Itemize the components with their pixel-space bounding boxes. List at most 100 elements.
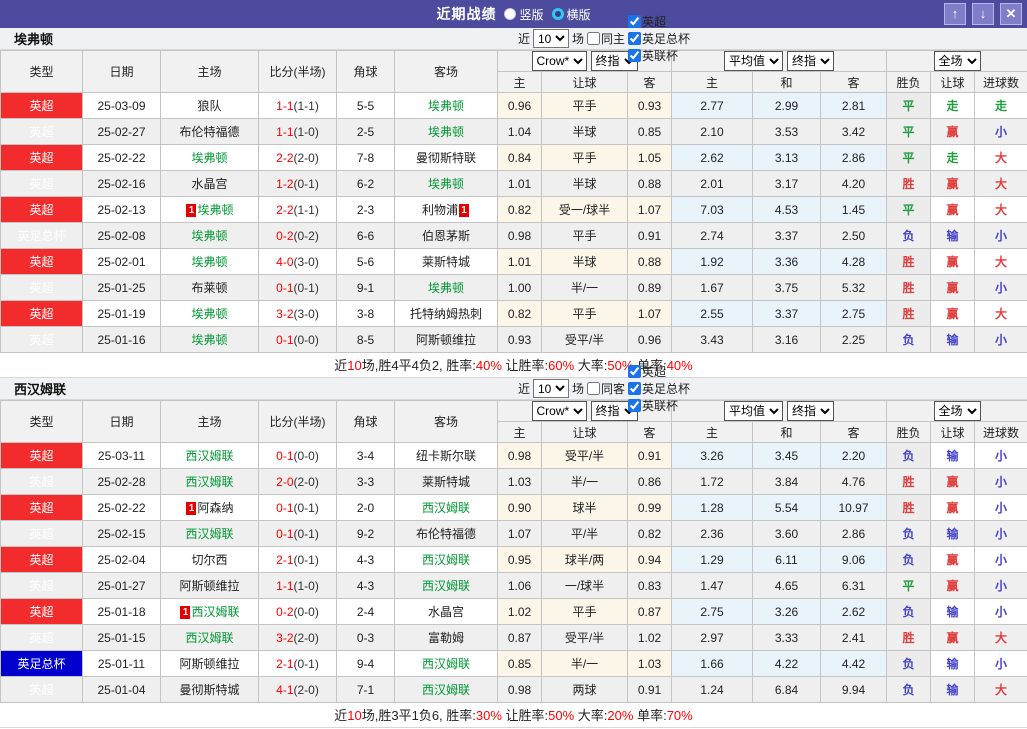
result-wdl: 平: [886, 118, 932, 145]
team-name: 埃弗顿: [14, 32, 54, 47]
handicap-odds-home: 0.85: [497, 650, 542, 677]
col-odds-handicap: 让球: [541, 71, 628, 93]
arrow-down-icon[interactable]: ↓: [972, 3, 994, 25]
home-team-cell: 曼彻斯特城: [160, 676, 259, 703]
league-badge: 英超: [0, 494, 83, 521]
match-row: 英足总杯 25-02-08 埃弗顿 0-2(0-2) 6-6 伯恩茅斯 0.98…: [0, 222, 1027, 249]
half-time-score: (1-0): [293, 578, 319, 593]
result-wdl: 负: [886, 650, 932, 677]
avg-odds-away: 3.42: [819, 118, 888, 145]
away-team: 纽卡斯尔联: [415, 449, 476, 463]
home-team: 埃弗顿: [191, 255, 228, 269]
close-icon[interactable]: ✕: [1000, 3, 1022, 25]
home-team-cell: 埃弗顿: [160, 222, 259, 249]
corners-cell: 4-3: [336, 572, 395, 599]
avg-odds-away: 4.20: [819, 170, 888, 197]
full-time-score: 2-2: [276, 150, 294, 165]
half-time-score: (1-1): [293, 202, 319, 217]
match-row: 英超 25-01-15 西汉姆联 3-2(2-0) 0-3 富勒姆 0.87 受…: [0, 624, 1027, 651]
result-goals: 大: [974, 300, 1027, 327]
half-time-score: (0-0): [293, 332, 319, 347]
handicap-odds-away: 0.94: [627, 546, 672, 573]
arrow-up-icon[interactable]: ↑: [944, 3, 966, 25]
league-badge: 英超: [0, 546, 83, 573]
score-cell: 0-1(0-1): [258, 274, 337, 301]
away-team: 曼彻斯特联: [415, 151, 476, 165]
league-badge: 英超: [0, 442, 83, 469]
result-goals: 小: [974, 468, 1027, 495]
away-team: 富勒姆: [427, 631, 464, 645]
match-row: 英超 25-01-16 埃弗顿 0-1(0-0) 8-5 阿斯顿维拉 0.93 …: [0, 326, 1027, 353]
handicap-odds-away: 1.05: [627, 144, 672, 171]
handicap-odds-home: 0.82: [497, 196, 542, 223]
match-count-select[interactable]: 10: [532, 379, 569, 398]
handicap-odds-home: 1.06: [497, 572, 542, 599]
away-team: 伯恩茅斯: [421, 229, 470, 243]
avg-odds-home: 7.03: [671, 196, 753, 223]
handicap-line: 平手: [541, 144, 628, 171]
away-team: 布伦特福德: [415, 527, 476, 541]
avg-odds-draw: 3.33: [752, 624, 821, 651]
home-team-cell: 埃弗顿: [160, 300, 259, 327]
handicap-line: 半球: [541, 248, 628, 275]
handicap-odds-home: 1.07: [497, 520, 542, 547]
avg-type-select[interactable]: 终指: [787, 51, 834, 71]
score-cell: 2-2(2-0): [258, 144, 337, 171]
corners-cell: 6-6: [336, 222, 395, 249]
league-badge: 英超: [0, 248, 83, 275]
avg-odds-away: 9.06: [819, 546, 888, 573]
handicap-line: 平手: [541, 598, 628, 625]
avg-source-select[interactable]: 平均值: [724, 51, 783, 71]
avg-odds-home: 2.62: [671, 144, 753, 171]
same-venue-checkbox[interactable]: 同主: [586, 30, 625, 47]
handicap-odds-home: 0.98: [497, 442, 542, 469]
scope-select[interactable]: 全场: [933, 401, 981, 421]
avg-odds-away: 2.41: [819, 624, 888, 651]
result-goals: 小: [974, 442, 1027, 469]
radio-selected-icon: [504, 8, 517, 20]
league-checkbox[interactable]: 英足总杯: [627, 30, 690, 47]
record-summary: 近10场,胜4平4负2, 胜率:40% 让胜率:60% 大率:50% 单率:40…: [0, 353, 1027, 378]
same-venue-checkbox[interactable]: 同客: [586, 380, 625, 397]
avg-odds-away: 2.62: [819, 598, 888, 625]
match-count-select[interactable]: 10: [532, 29, 569, 48]
avg-type-select[interactable]: 终指: [787, 401, 834, 421]
match-row: 英超 25-01-27 阿斯顿维拉 1-1(1-0) 4-3 西汉姆联 1.06…: [0, 572, 1027, 599]
home-team-cell: 阿斯顿维拉: [160, 572, 259, 599]
handicap-odds-home: 0.96: [497, 92, 542, 119]
match-row: 英超 25-01-04 曼彻斯特城 4-1(2-0) 7-1 西汉姆联 0.98…: [0, 676, 1027, 703]
away-team-cell: 布伦特福德: [394, 520, 498, 547]
away-team: 埃弗顿: [427, 177, 464, 191]
near-label: 近: [517, 32, 530, 46]
matches-table: 类型 日期 主场 比分(半场) 角球 客场 Crow*终指 平均值终指 全场: [0, 50, 1027, 353]
home-team-cell: 西汉姆联: [160, 468, 259, 495]
col-date: 日期: [82, 50, 161, 93]
league-badge: 英超: [0, 572, 83, 599]
league-checkbox[interactable]: 英联杯: [627, 47, 690, 64]
half-time-score: (0-0): [293, 604, 319, 619]
result-wdl: 胜: [886, 624, 932, 651]
league-checkbox[interactable]: 英超: [627, 363, 690, 380]
handicap-line: 半/一: [541, 468, 628, 495]
league-checkbox[interactable]: 英联杯: [627, 397, 690, 414]
avg-odds-draw: 3.45: [752, 442, 821, 469]
result-wdl: 负: [886, 546, 932, 573]
full-time-score: 0-1: [276, 448, 294, 463]
handicap-odds-away: 0.91: [627, 222, 672, 249]
away-team-cell: 西汉姆联: [394, 676, 498, 703]
col-corners: 角球: [336, 400, 395, 443]
scope-select[interactable]: 全场: [933, 51, 981, 71]
result-handicap: 赢: [930, 248, 976, 275]
handicap-odds-home: 0.95: [497, 546, 542, 573]
corners-cell: 2-4: [336, 598, 395, 625]
league-checkbox[interactable]: 英足总杯: [627, 380, 690, 397]
col-date: 日期: [82, 400, 161, 443]
avg-odds-home: 2.36: [671, 520, 753, 547]
away-team-cell: 埃弗顿: [394, 118, 498, 145]
match-date: 25-02-01: [82, 248, 161, 275]
league-checkbox[interactable]: 英超: [627, 13, 690, 30]
away-team-cell: 水晶宫: [394, 598, 498, 625]
result-goals: 走: [974, 92, 1027, 119]
result-goals: 小: [974, 520, 1027, 547]
avg-source-select[interactable]: 平均值: [724, 401, 783, 421]
